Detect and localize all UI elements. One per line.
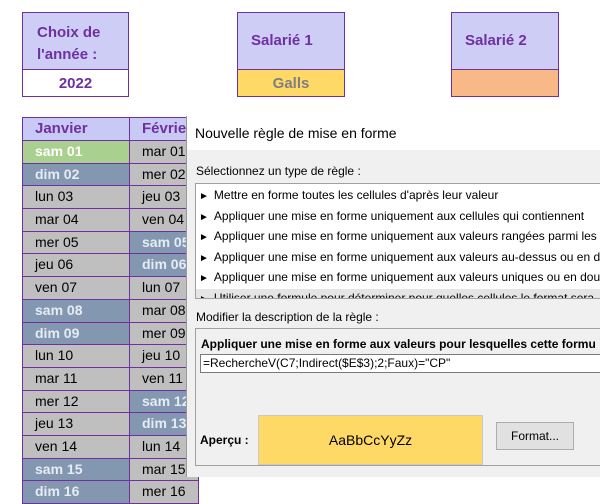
month-label-january: Janvier	[35, 120, 88, 137]
day-cell[interactable]: sam 01	[22, 141, 130, 164]
dialog-titlebar[interactable]: Nouvelle règle de mise en forme	[187, 116, 600, 150]
arrow-right-icon: ►	[199, 293, 209, 299]
rule-type-label: Utiliser une formule pour déterminer pou…	[213, 290, 595, 299]
arrow-right-icon: ►	[199, 191, 209, 202]
arrow-right-icon: ►	[199, 232, 209, 243]
preview-text: AaBbCcYyZz	[328, 432, 413, 448]
employee1-value-cell[interactable]: Galls	[237, 70, 345, 97]
formula-label: Appliquer une mise en forme aux valeurs …	[201, 337, 596, 351]
rule-type-label: Appliquer une mise en forme uniquement a…	[213, 208, 585, 223]
month-header-january[interactable]: Janvier	[22, 117, 130, 141]
rule-type-label: Mettre en forme toutes les cellules d'ap…	[213, 188, 499, 202]
formula-value: =RechercheV(C7;Indirect($E$3);2;Faux)="C…	[203, 356, 451, 370]
day-cell[interactable]: mer 05	[22, 231, 130, 255]
rule-type-item-selected[interactable]: ► Utiliser une formule pour déterminer po…	[196, 288, 600, 299]
day-cell[interactable]: jeu 13	[22, 413, 130, 436]
day-cell[interactable]: sam 08	[22, 299, 130, 323]
year-label-cell[interactable]: Choix de l'année :	[22, 12, 129, 70]
year-value: 2022	[58, 75, 93, 92]
day-cell[interactable]: mar 11	[22, 367, 130, 391]
day-cell[interactable]: mar 04	[22, 209, 130, 232]
day-cell[interactable]: sam 15	[22, 458, 130, 482]
day-cell[interactable]: dim 02	[22, 163, 130, 187]
year-value-cell[interactable]: 2022	[22, 70, 129, 97]
employee1-value: Galls	[272, 75, 310, 92]
month-label-february: Févrie	[142, 120, 187, 137]
format-preview: AaBbCcYyZz	[258, 415, 483, 465]
day-cell[interactable]: mer 16	[129, 481, 199, 504]
rule-type-label: Appliquer une mise en forme uniquement a…	[213, 229, 597, 243]
formula-input[interactable]: =RechercheV(C7;Indirect($E$3);2;Faux)="C…	[200, 354, 600, 373]
arrow-right-icon: ►	[199, 252, 209, 264]
format-button[interactable]: Format...	[496, 422, 574, 450]
rule-type-item[interactable]: ► Appliquer une mise en forme uniquement …	[196, 207, 600, 228]
january-column: sam 01 dim 02 lun 03 mar 04 mer 05 jeu 0…	[22, 141, 130, 504]
day-cell[interactable]: mer 12	[22, 390, 130, 414]
year-label: Choix de l'année :	[37, 24, 101, 63]
arrow-right-icon: ►	[199, 273, 209, 284]
day-cell[interactable]: ven 14	[22, 435, 130, 459]
day-cell[interactable]: dim 16	[22, 481, 130, 504]
rule-description-panel: Appliquer une mise en forme aux valeurs …	[195, 328, 600, 466]
new-format-rule-dialog: Nouvelle règle de mise en forme Sélectio…	[186, 116, 600, 477]
employee2-label-cell[interactable]: Salarié 2	[451, 12, 559, 70]
employee2-value-cell[interactable]	[451, 70, 559, 97]
day-cell[interactable]: dim 09	[22, 322, 130, 346]
select-rule-type-label: Sélectionnez un type de règle :	[196, 164, 361, 178]
preview-label: Aperçu :	[200, 433, 249, 447]
day-cell[interactable]: lun 03	[22, 186, 130, 210]
rule-type-item[interactable]: ► Appliquer une mise en forme uniquement …	[196, 268, 600, 289]
arrow-right-icon: ►	[199, 211, 209, 223]
format-button-label: Format...	[510, 429, 559, 443]
day-cell[interactable]: lun 10	[22, 345, 130, 368]
employee2-label: Salarié 2	[465, 32, 527, 49]
rule-type-list[interactable]: ► Mettre en forme toutes les cellules d'a…	[195, 183, 600, 299]
rule-type-label: Appliquer une mise en forme uniquement a…	[213, 249, 600, 264]
rule-type-item[interactable]: ► Mettre en forme toutes les cellules d'a…	[196, 186, 600, 207]
edit-description-label: Modifier la description de la règle :	[196, 310, 379, 324]
rule-type-item[interactable]: ► Appliquer une mise en forme uniquement …	[196, 227, 600, 248]
day-cell[interactable]: jeu 06	[22, 254, 130, 278]
employee1-label-cell[interactable]: Salarié 1	[237, 12, 345, 70]
rule-type-label: Appliquer une mise en forme uniquement a…	[213, 270, 600, 284]
rule-type-item[interactable]: ► Appliquer une mise en forme uniquement …	[196, 248, 600, 269]
day-cell[interactable]: ven 07	[22, 277, 130, 300]
dialog-title: Nouvelle règle de mise en forme	[195, 125, 397, 141]
employee1-label: Salarié 1	[251, 32, 313, 49]
